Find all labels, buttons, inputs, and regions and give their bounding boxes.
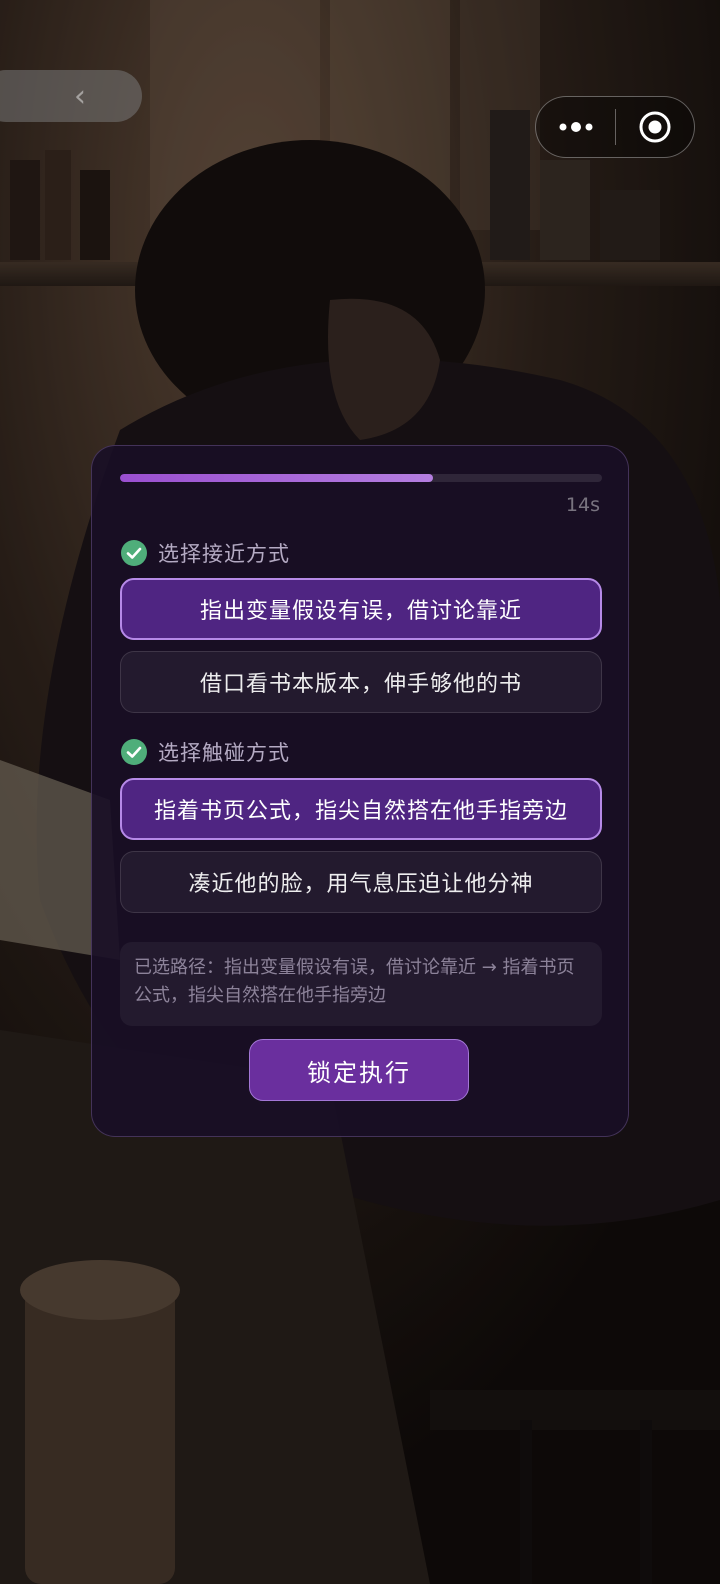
step-2-title: 选择触碰方式 [158,741,290,765]
countdown-progress-bar [120,474,602,482]
selected-path-summary: 已选路径：指出变量假设有误，借讨论靠近 → 指着书页公式，指尖自然搭在他手指旁边 [120,942,602,1026]
choice-panel: 14s 选择接近方式 指出变量假设有误，借讨论靠近 借口看书本版本，伸手够他的书… [91,445,629,1137]
check-circle-icon [121,739,147,765]
option-label: 借口看书本版本，伸手够他的书 [199,672,522,697]
step-1-option-1[interactable]: 指出变量假设有误，借讨论靠近 [120,578,602,640]
countdown-timer: 14s [565,494,600,516]
step-1-heading: 选择接近方式 [120,538,290,568]
step-1-option-2[interactable]: 借口看书本版本，伸手够他的书 [120,651,602,713]
step-2-heading: 选择触碰方式 [120,737,290,767]
target-close-icon [639,111,671,143]
check-circle-icon [121,540,147,566]
option-label: 凑近他的脸，用气息压迫让他分神 [188,872,534,897]
step-2-option-1[interactable]: 指着书页公式，指尖自然搭在他手指旁边 [120,778,602,840]
back-button[interactable]: ‹ [0,70,142,122]
screen: ‹ 14s 选择接近方式 指出变量假设有误，借讨论靠近 借口看书本版本，伸手够他… [0,0,720,1584]
miniprogram-capsule [535,96,695,158]
lock-execute-button[interactable]: 锁定执行 [249,1039,469,1101]
countdown-progress-fill [120,474,434,482]
chevron-left-icon: ‹ [74,78,86,114]
option-label: 指着书页公式，指尖自然搭在他手指旁边 [153,799,568,824]
step-2-option-2[interactable]: 凑近他的脸，用气息压迫让他分神 [120,851,602,913]
option-label: 指出变量假设有误，借讨论靠近 [199,599,522,624]
close-miniprogram-button[interactable] [616,97,694,157]
more-dots-icon [559,122,592,132]
more-button[interactable] [536,97,615,157]
step-1-title: 选择接近方式 [158,542,290,566]
